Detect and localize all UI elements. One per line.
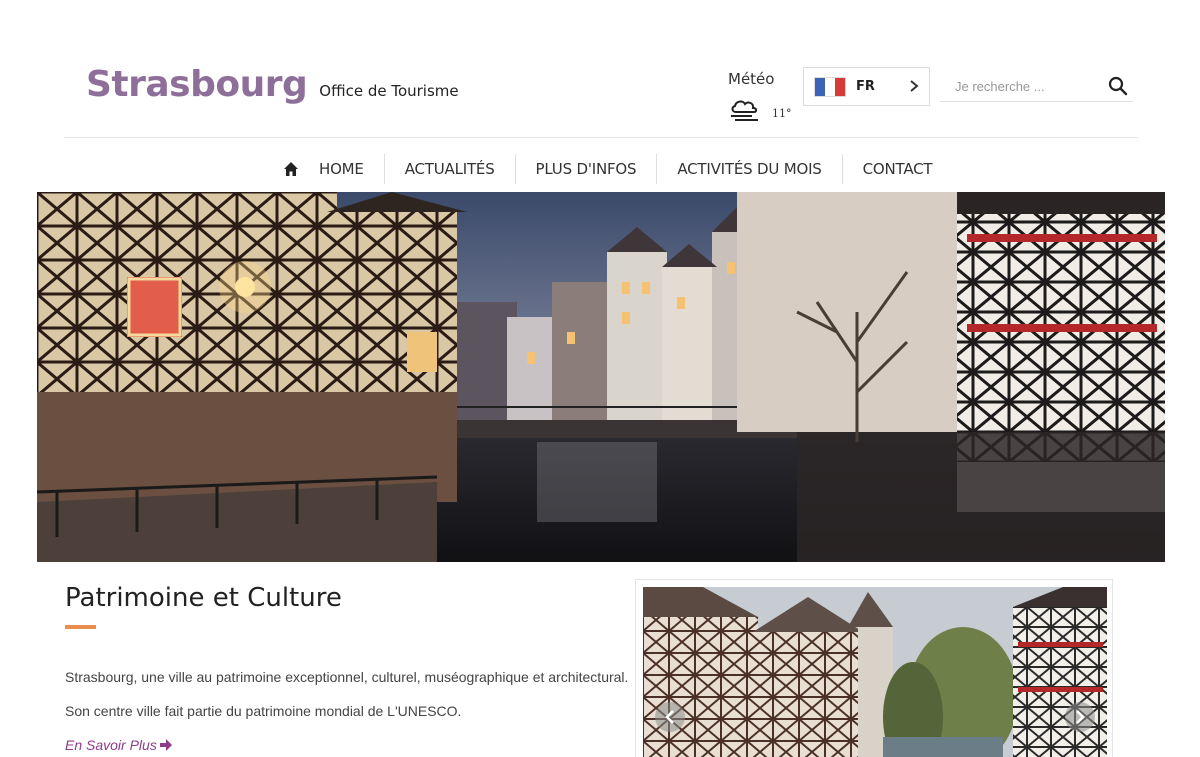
header-divider (64, 137, 1138, 138)
carousel-photo-petite-france (643, 587, 1107, 757)
hero-photo-strasbourg (37, 192, 1165, 562)
home-icon[interactable] (283, 161, 299, 177)
language-selector[interactable]: FR (803, 67, 930, 106)
section-title: Patrimoine et Culture (65, 583, 342, 613)
logo-subtitle: Office de Tourisme (319, 82, 459, 100)
title-underline (65, 625, 96, 629)
chevron-left-icon (665, 710, 674, 724)
nav-item-plus-infos[interactable]: PLUS D'INFOS (516, 154, 657, 184)
search-input[interactable] (940, 72, 1100, 100)
search-icon[interactable] (1108, 76, 1128, 96)
weather-widget: Météo 11° (728, 70, 798, 121)
hero-image (37, 192, 1165, 562)
image-carousel (635, 579, 1113, 757)
site-logo[interactable]: Strasbourg Office de Tourisme (86, 64, 459, 105)
carousel-next-button[interactable] (1065, 702, 1095, 732)
french-flag-icon (814, 76, 846, 97)
weather-temperature: 11° (772, 107, 792, 120)
read-more-link[interactable]: En Savoir Plus (65, 737, 173, 753)
nav-item-contact[interactable]: CONTACT (843, 154, 953, 184)
carousel-prev-button[interactable] (655, 702, 685, 732)
section-paragraph-2: Son centre ville fait partie du patrimoi… (65, 703, 462, 719)
read-more-label: En Savoir Plus (65, 737, 157, 753)
cloud-wind-icon (731, 100, 758, 121)
search-box (940, 72, 1133, 102)
logo-title: Strasbourg (86, 64, 308, 105)
chevron-right-icon (1076, 710, 1085, 724)
chevron-right-icon (910, 80, 919, 92)
main-navigation: HOME ACTUALITÉS PLUS D'INFOS ACTIVITÉS D… (283, 152, 952, 186)
nav-item-home[interactable]: HOME (317, 154, 384, 184)
section-paragraph-1: Strasbourg, une ville au patrimoine exce… (65, 669, 629, 685)
nav-item-actualites[interactable]: ACTUALITÉS (385, 154, 515, 184)
weather-label: Météo (728, 70, 775, 88)
arrow-right-icon (159, 739, 172, 751)
nav-item-activites[interactable]: ACTIVITÉS DU MOIS (657, 154, 841, 184)
language-code: FR (856, 79, 875, 94)
